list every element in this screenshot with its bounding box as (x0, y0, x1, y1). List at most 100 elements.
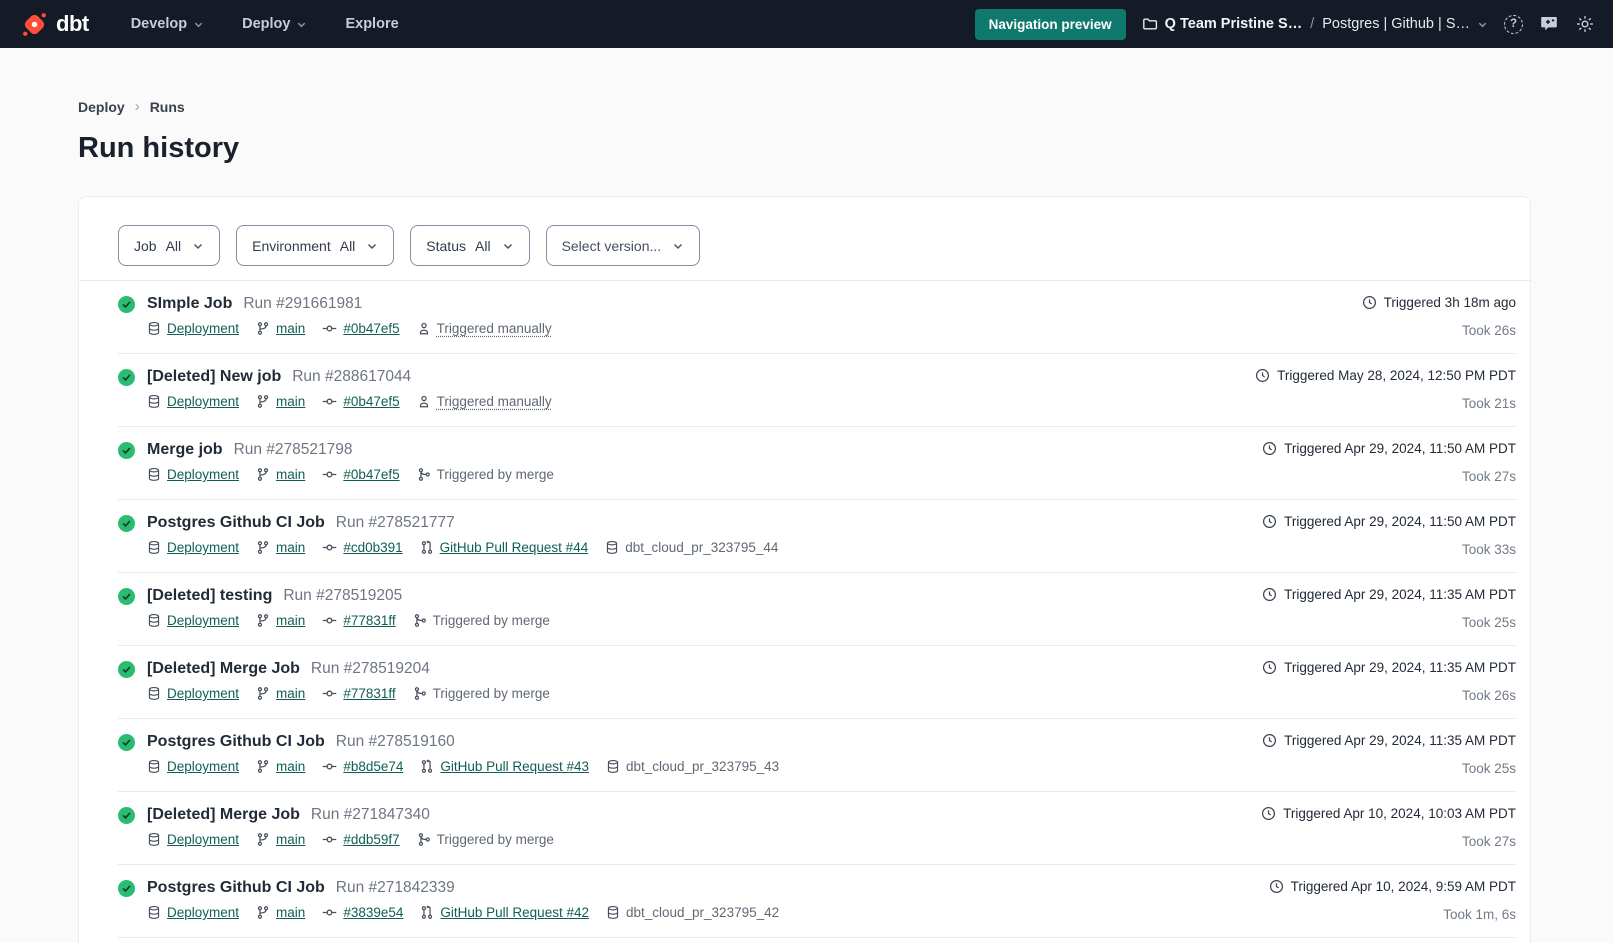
database-icon (147, 832, 161, 847)
run-duration: Took 33s (1262, 540, 1516, 559)
dbt-logo-icon (20, 10, 49, 39)
commit-link[interactable]: #77831ff (322, 611, 395, 630)
breadcrumb-runs[interactable]: Runs (150, 99, 185, 115)
triggered-time: Triggered Apr 10, 2024, 9:59 AM PDT (1291, 877, 1516, 896)
commit-icon (322, 613, 337, 628)
status-filter[interactable]: Status All (410, 225, 529, 266)
run-number[interactable]: Run #271842339 (336, 877, 455, 898)
branch-link[interactable]: main (256, 757, 305, 776)
filters-bar: Job All Environment All Status All Selec… (118, 225, 1516, 266)
run-number[interactable]: Run #291661981 (243, 293, 362, 314)
run-row[interactable]: Postgres Github CI Job Run #271842339 De… (118, 865, 1516, 938)
pull-request-link[interactable]: GitHub Pull Request #43 (420, 757, 589, 776)
run-duration: Took 26s (1262, 686, 1516, 705)
commit-sha-label: #3839e54 (343, 903, 403, 922)
trigger-label: Triggered manually (437, 392, 552, 411)
run-number[interactable]: Run #288617044 (292, 366, 411, 387)
database-icon (147, 686, 161, 701)
account-selector[interactable]: Q Team Pristine S… (1142, 16, 1303, 32)
breadcrumb-deploy[interactable]: Deploy (78, 99, 125, 115)
menu-deploy[interactable]: Deploy (242, 16, 307, 32)
branch-link[interactable]: main (256, 830, 305, 849)
pull-request-label: GitHub Pull Request #42 (440, 903, 589, 922)
run-row[interactable]: [Deleted] New job Run #288617044 Deploym… (118, 354, 1516, 427)
run-history-card: Job All Environment All Status All Selec… (78, 196, 1531, 943)
help-icon: ? (1504, 15, 1523, 34)
branch-link[interactable]: main (256, 538, 305, 557)
commit-icon (322, 686, 337, 701)
run-number[interactable]: Run #278521777 (336, 512, 455, 533)
commit-sha-label: #b8d5e74 (343, 757, 403, 776)
run-row[interactable]: Postgres Github CI Job Run #278519160 De… (118, 719, 1516, 792)
branch-link[interactable]: main (256, 465, 305, 484)
environment-link[interactable]: Deployment (147, 830, 239, 849)
run-number[interactable]: Run #271847340 (311, 804, 430, 825)
project-selector[interactable]: Postgres | Github | S… (1322, 16, 1488, 32)
clock-icon (1262, 587, 1277, 602)
commit-icon (322, 321, 337, 336)
version-filter[interactable]: Select version... (546, 225, 701, 266)
run-row[interactable]: [Deleted] Merge Job Run #271847340 Deplo… (118, 792, 1516, 865)
run-number[interactable]: Run #278519205 (283, 585, 402, 606)
commit-icon (322, 540, 337, 555)
commit-link[interactable]: #ddb59f7 (322, 830, 399, 849)
commit-link[interactable]: #3839e54 (322, 903, 403, 922)
pull-request-link[interactable]: GitHub Pull Request #42 (420, 903, 589, 922)
environment-filter[interactable]: Environment All (236, 225, 394, 266)
triggered-manually[interactable]: Triggered manually (417, 392, 552, 411)
environment-link[interactable]: Deployment (147, 319, 239, 338)
triggered-time: Triggered Apr 10, 2024, 10:03 AM PDT (1283, 804, 1516, 823)
chevron-down-icon (1477, 19, 1488, 30)
triggered-time: Triggered Apr 29, 2024, 11:35 AM PDT (1284, 658, 1516, 677)
branch-link[interactable]: main (256, 684, 305, 703)
run-number[interactable]: Run #278519160 (336, 731, 455, 752)
branch-link[interactable]: main (256, 319, 305, 338)
settings-button[interactable] (1575, 14, 1595, 34)
environment-link[interactable]: Deployment (147, 903, 239, 922)
run-row[interactable]: Merge job Run #278521798 Deployment (118, 427, 1516, 500)
environment-link[interactable]: Deployment (147, 538, 239, 557)
feedback-button[interactable] (1539, 14, 1559, 34)
environment-link[interactable]: Deployment (147, 465, 239, 484)
schema-name: dbt_cloud_pr_323795_44 (605, 538, 778, 557)
branch-link[interactable]: main (256, 903, 305, 922)
schema-label: dbt_cloud_pr_323795_43 (626, 757, 779, 776)
environment-link[interactable]: Deployment (147, 684, 239, 703)
environment-link[interactable]: Deployment (147, 757, 239, 776)
breadcrumb-slash: / (1310, 16, 1314, 32)
git-branch-icon (256, 613, 270, 628)
commit-link[interactable]: #0b47ef5 (322, 465, 399, 484)
menu-explore[interactable]: Explore (345, 16, 398, 32)
run-row[interactable]: SImple Job Run #291661981 Deployment (118, 281, 1516, 354)
schema-name: dbt_cloud_pr_323795_43 (606, 757, 779, 776)
dbt-logo[interactable]: dbt (20, 10, 89, 39)
run-number[interactable]: Run #278521798 (234, 439, 353, 460)
run-row[interactable]: Postgres Github CI Job Run #278521777 De… (118, 500, 1516, 573)
environment-link[interactable]: Deployment (147, 392, 239, 411)
triggered-manually[interactable]: Triggered manually (417, 319, 552, 338)
commit-link[interactable]: #77831ff (322, 684, 395, 703)
environment-link[interactable]: Deployment (147, 611, 239, 630)
run-row[interactable]: [Deleted] Merge Job Run #278519204 Deplo… (118, 646, 1516, 719)
branch-link[interactable]: main (256, 392, 305, 411)
pull-request-link[interactable]: GitHub Pull Request #44 (420, 538, 589, 557)
commit-sha-label: #77831ff (343, 684, 395, 703)
commit-link[interactable]: #0b47ef5 (322, 319, 399, 338)
job-name: SImple Job (147, 293, 232, 314)
run-number[interactable]: Run #278519204 (311, 658, 430, 679)
commit-link[interactable]: #cd0b391 (322, 538, 402, 557)
git-branch-icon (256, 905, 270, 920)
job-filter[interactable]: Job All (118, 225, 220, 266)
git-branch-icon (256, 759, 270, 774)
run-duration: Took 25s (1262, 759, 1516, 778)
navigation-preview-button[interactable]: Navigation preview (975, 9, 1126, 40)
commit-sha-label: #0b47ef5 (343, 392, 399, 411)
commit-sha-label: #ddb59f7 (343, 830, 399, 849)
commit-link[interactable]: #0b47ef5 (322, 392, 399, 411)
run-duration: Took 21s (1255, 394, 1516, 413)
menu-develop[interactable]: Develop (131, 16, 204, 32)
help-button[interactable]: ? (1504, 15, 1523, 34)
commit-link[interactable]: #b8d5e74 (322, 757, 403, 776)
run-row[interactable]: [Deleted] testing Run #278519205 Deploym… (118, 573, 1516, 646)
branch-link[interactable]: main (256, 611, 305, 630)
